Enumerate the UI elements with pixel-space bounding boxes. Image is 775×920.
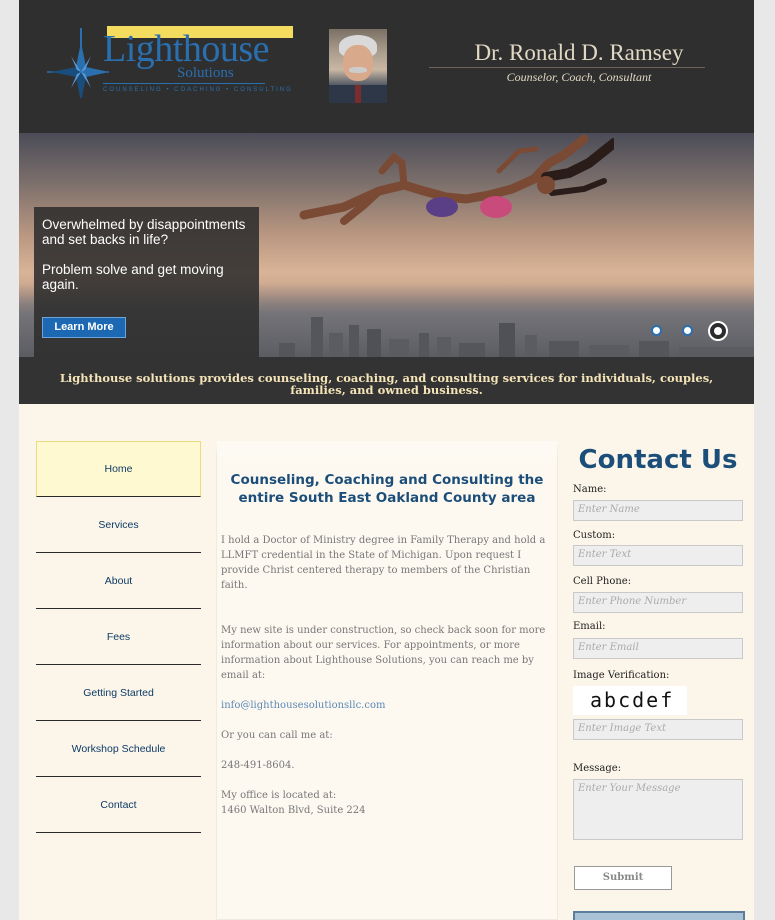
cell-phone-input[interactable]: Enter Phone Number — [573, 592, 743, 613]
logo-subtitle: Solutions — [177, 65, 234, 81]
captcha-image: abcdef — [573, 686, 687, 715]
contact-title: Contact Us — [578, 445, 738, 475]
nav-item-fees[interactable]: Fees — [36, 609, 201, 665]
city-skyline — [279, 317, 754, 357]
cell-phone-label: Cell Phone: — [573, 576, 632, 587]
email-input[interactable]: Enter Email — [573, 638, 743, 659]
submit-button[interactable]: Submit — [574, 866, 672, 890]
nav-item-contact[interactable]: Contact — [36, 777, 201, 833]
doctor-name: Dr. Ronald D. Ramsey — [474, 40, 684, 65]
site-header: Lighthouse Solutions COUNSELING • COACHI… — [19, 0, 754, 133]
banner-caption: Overwhelmed by disappointments and set b… — [34, 207, 259, 357]
nav-item-workshop-schedule[interactable]: Workshop Schedule — [36, 721, 201, 777]
floating-woman-image — [299, 134, 614, 225]
learn-more-button[interactable]: Learn More — [42, 317, 126, 338]
email-link[interactable]: info@lighthousesolutionsllc.com — [221, 700, 385, 711]
email-label: Email: — [573, 621, 606, 632]
lighthouse-logo[interactable]: Lighthouse Solutions COUNSELING • COACHI… — [47, 24, 293, 100]
custom-input[interactable]: Enter Text — [573, 545, 743, 566]
main-content: Counseling, Coaching and Consulting the … — [216, 441, 558, 920]
hero-slider: Overwhelmed by disappointments and set b… — [19, 133, 754, 357]
services-tagline: Lighthouse solutions provides counseling… — [19, 357, 754, 404]
message-textarea[interactable]: Enter Your Message — [573, 779, 743, 840]
name-label: Name: — [573, 484, 607, 495]
custom-label: Custom: — [573, 530, 616, 541]
content-heading: Counseling, Coaching and Consulting the … — [230, 472, 544, 506]
logo-tagline: COUNSELING • COACHING • CONSULTING — [103, 87, 293, 93]
slide-dot-1[interactable] — [651, 325, 662, 336]
captcha-input[interactable]: Enter Image Text — [573, 719, 743, 740]
name-divider — [429, 67, 705, 68]
slide-dot-2[interactable] — [682, 325, 693, 336]
construction-paragraph: My new site is under construction, so ch… — [221, 625, 546, 681]
logo-wordmark: Lighthouse — [103, 28, 269, 70]
nav-item-home[interactable]: Home — [36, 441, 201, 497]
nav-item-getting-started[interactable]: Getting Started — [36, 665, 201, 721]
chat-widget-tab[interactable] — [573, 911, 745, 920]
nav-item-services[interactable]: Services — [36, 497, 201, 553]
compass-icon — [47, 28, 109, 98]
page: Lighthouse Solutions COUNSELING • COACHI… — [19, 0, 754, 920]
slide-dot-3-active[interactable] — [708, 321, 728, 341]
banner-subheadline: Problem solve and get moving again. — [42, 262, 224, 292]
office-address: My office is located at: 1460 Walton Blv… — [221, 788, 553, 818]
profile-photo — [329, 29, 387, 103]
message-label: Message: — [573, 763, 622, 774]
credentials-paragraph: I hold a Doctor of Ministry degree in Fa… — [221, 535, 546, 591]
nav-item-about[interactable]: About — [36, 553, 201, 609]
office-street: 1460 Walton Blvd, Suite 224 — [221, 805, 366, 816]
contact-form: Contact Us Name: Enter Name Custom: Ente… — [573, 441, 745, 920]
main-navigation: Home Services About Fees Getting Started… — [36, 441, 201, 833]
phone-number: 248-491-8604. — [221, 760, 295, 771]
logo-divider — [103, 83, 265, 84]
doctor-title: Counselor, Coach, Consultant — [506, 70, 652, 84]
office-label: My office is located at: — [221, 790, 337, 801]
banner-headline: Overwhelmed by disappointments and set b… — [42, 217, 246, 247]
image-verification-label: Image Verification: — [573, 670, 670, 681]
call-text: Or you can call me at: — [221, 730, 333, 741]
name-input[interactable]: Enter Name — [573, 500, 743, 521]
